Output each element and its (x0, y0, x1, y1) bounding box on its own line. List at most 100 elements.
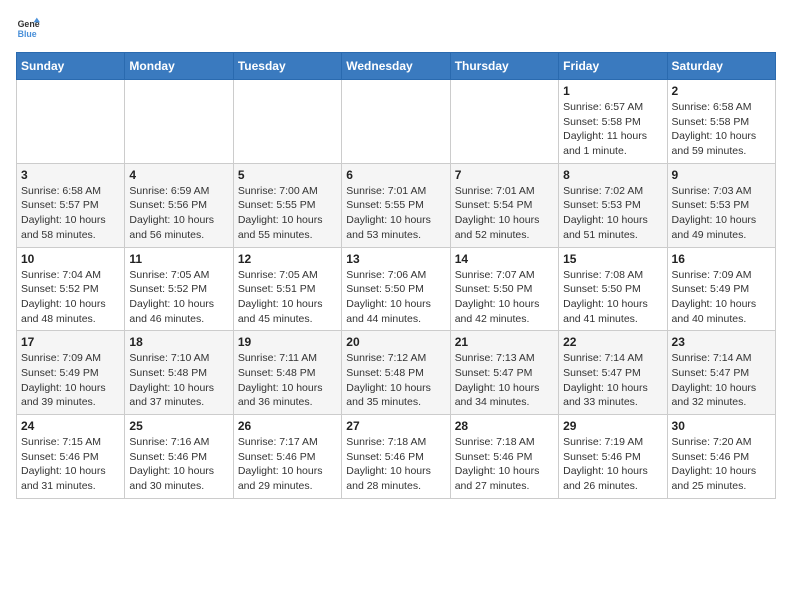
day-info: Sunrise: 6:58 AM Sunset: 5:57 PM Dayligh… (21, 184, 120, 243)
calendar-cell: 5 Sunrise: 7:00 AM Sunset: 5:55 PM Daylig… (233, 163, 341, 247)
logo-icon: General Blue (16, 16, 40, 40)
calendar-cell: 1 Sunrise: 6:57 AM Sunset: 5:58 PM Daylig… (559, 80, 667, 164)
calendar-week-3: 10 Sunrise: 7:04 AM Sunset: 5:52 PM Dayli… (17, 247, 776, 331)
day-info: Sunrise: 7:00 AM Sunset: 5:55 PM Dayligh… (238, 184, 337, 243)
column-header-thursday: Thursday (450, 53, 558, 80)
day-info: Sunrise: 7:01 AM Sunset: 5:55 PM Dayligh… (346, 184, 445, 243)
calendar-cell: 27 Sunrise: 7:18 AM Sunset: 5:46 PM Dayli… (342, 415, 450, 499)
column-header-sunday: Sunday (17, 53, 125, 80)
calendar-cell: 28 Sunrise: 7:18 AM Sunset: 5:46 PM Dayli… (450, 415, 558, 499)
day-info: Sunrise: 7:18 AM Sunset: 5:46 PM Dayligh… (346, 435, 445, 494)
day-number: 5 (238, 168, 337, 182)
calendar-header: SundayMondayTuesdayWednesdayThursdayFrid… (17, 53, 776, 80)
day-number: 16 (672, 252, 771, 266)
day-info: Sunrise: 7:12 AM Sunset: 5:48 PM Dayligh… (346, 351, 445, 410)
calendar-cell: 30 Sunrise: 7:20 AM Sunset: 5:46 PM Dayli… (667, 415, 775, 499)
column-header-friday: Friday (559, 53, 667, 80)
day-info: Sunrise: 7:09 AM Sunset: 5:49 PM Dayligh… (672, 268, 771, 327)
calendar-cell: 25 Sunrise: 7:16 AM Sunset: 5:46 PM Dayli… (125, 415, 233, 499)
calendar-week-1: 1 Sunrise: 6:57 AM Sunset: 5:58 PM Daylig… (17, 80, 776, 164)
day-number: 18 (129, 335, 228, 349)
calendar-cell: 13Sunrise: 7:06 AM Sunset: 5:50 PM Dayli… (342, 247, 450, 331)
day-number: 13 (346, 252, 445, 266)
calendar-cell: 19Sunrise: 7:11 AM Sunset: 5:48 PM Dayli… (233, 331, 341, 415)
calendar-week-2: 3Sunrise: 6:58 AM Sunset: 5:57 PM Daylig… (17, 163, 776, 247)
calendar-cell (233, 80, 341, 164)
calendar-cell: 18 Sunrise: 7:10 AM Sunset: 5:48 PM Dayli… (125, 331, 233, 415)
day-number: 7 (455, 168, 554, 182)
calendar-cell: 6 Sunrise: 7:01 AM Sunset: 5:55 PM Daylig… (342, 163, 450, 247)
calendar-cell: 29 Sunrise: 7:19 AM Sunset: 5:46 PM Dayli… (559, 415, 667, 499)
day-number: 15 (563, 252, 662, 266)
calendar-cell: 17 Sunrise: 7:09 AM Sunset: 5:49 PM Dayli… (17, 331, 125, 415)
day-number: 24 (21, 419, 120, 433)
day-info: Sunrise: 7:20 AM Sunset: 5:46 PM Dayligh… (672, 435, 771, 494)
day-number: 20 (346, 335, 445, 349)
day-info: Sunrise: 7:10 AM Sunset: 5:48 PM Dayligh… (129, 351, 228, 410)
calendar-cell: 24Sunrise: 7:15 AM Sunset: 5:46 PM Dayli… (17, 415, 125, 499)
day-number: 1 (563, 84, 662, 98)
column-header-monday: Monday (125, 53, 233, 80)
day-info: Sunrise: 7:18 AM Sunset: 5:46 PM Dayligh… (455, 435, 554, 494)
day-number: 10 (21, 252, 120, 266)
day-info: Sunrise: 7:03 AM Sunset: 5:53 PM Dayligh… (672, 184, 771, 243)
day-info: Sunrise: 7:02 AM Sunset: 5:53 PM Dayligh… (563, 184, 662, 243)
day-number: 19 (238, 335, 337, 349)
day-number: 25 (129, 419, 228, 433)
day-info: Sunrise: 6:59 AM Sunset: 5:56 PM Dayligh… (129, 184, 228, 243)
logo: General Blue (16, 16, 40, 40)
calendar-cell: 14 Sunrise: 7:07 AM Sunset: 5:50 PM Dayli… (450, 247, 558, 331)
day-number: 29 (563, 419, 662, 433)
calendar-cell: 12 Sunrise: 7:05 AM Sunset: 5:51 PM Dayli… (233, 247, 341, 331)
day-info: Sunrise: 7:19 AM Sunset: 5:46 PM Dayligh… (563, 435, 662, 494)
day-number: 14 (455, 252, 554, 266)
day-number: 9 (672, 168, 771, 182)
column-header-saturday: Saturday (667, 53, 775, 80)
calendar-cell: 21 Sunrise: 7:13 AM Sunset: 5:47 PM Dayli… (450, 331, 558, 415)
calendar-cell: 26 Sunrise: 7:17 AM Sunset: 5:46 PM Dayli… (233, 415, 341, 499)
day-number: 21 (455, 335, 554, 349)
day-info: Sunrise: 7:08 AM Sunset: 5:50 PM Dayligh… (563, 268, 662, 327)
calendar-cell: 20 Sunrise: 7:12 AM Sunset: 5:48 PM Dayli… (342, 331, 450, 415)
day-info: Sunrise: 6:57 AM Sunset: 5:58 PM Dayligh… (563, 100, 662, 159)
svg-text:Blue: Blue (18, 29, 37, 39)
day-number: 27 (346, 419, 445, 433)
day-info: Sunrise: 6:58 AM Sunset: 5:58 PM Dayligh… (672, 100, 771, 159)
day-info: Sunrise: 7:14 AM Sunset: 5:47 PM Dayligh… (563, 351, 662, 410)
calendar-cell: 15 Sunrise: 7:08 AM Sunset: 5:50 PM Dayli… (559, 247, 667, 331)
day-info: Sunrise: 7:09 AM Sunset: 5:49 PM Dayligh… (21, 351, 120, 410)
calendar-body: 1 Sunrise: 6:57 AM Sunset: 5:58 PM Daylig… (17, 80, 776, 499)
calendar-cell: 22 Sunrise: 7:14 AM Sunset: 5:47 PM Dayli… (559, 331, 667, 415)
day-info: Sunrise: 7:04 AM Sunset: 5:52 PM Dayligh… (21, 268, 120, 327)
day-info: Sunrise: 7:05 AM Sunset: 5:51 PM Dayligh… (238, 268, 337, 327)
day-number: 17 (21, 335, 120, 349)
calendar-cell: 4 Sunrise: 6:59 AM Sunset: 5:56 PM Daylig… (125, 163, 233, 247)
day-number: 11 (129, 252, 228, 266)
day-number: 22 (563, 335, 662, 349)
day-info: Sunrise: 7:13 AM Sunset: 5:47 PM Dayligh… (455, 351, 554, 410)
calendar-cell: 3Sunrise: 6:58 AM Sunset: 5:57 PM Daylig… (17, 163, 125, 247)
day-number: 12 (238, 252, 337, 266)
calendar-cell (17, 80, 125, 164)
day-info: Sunrise: 7:17 AM Sunset: 5:46 PM Dayligh… (238, 435, 337, 494)
day-number: 23 (672, 335, 771, 349)
calendar-cell (342, 80, 450, 164)
day-number: 30 (672, 419, 771, 433)
page-header: General Blue (16, 16, 776, 40)
day-info: Sunrise: 7:05 AM Sunset: 5:52 PM Dayligh… (129, 268, 228, 327)
day-info: Sunrise: 7:16 AM Sunset: 5:46 PM Dayligh… (129, 435, 228, 494)
day-number: 6 (346, 168, 445, 182)
calendar-cell: 7Sunrise: 7:01 AM Sunset: 5:54 PM Daylig… (450, 163, 558, 247)
day-info: Sunrise: 7:14 AM Sunset: 5:47 PM Dayligh… (672, 351, 771, 410)
calendar-cell: 23 Sunrise: 7:14 AM Sunset: 5:47 PM Dayli… (667, 331, 775, 415)
day-number: 8 (563, 168, 662, 182)
day-number: 2 (672, 84, 771, 98)
day-number: 26 (238, 419, 337, 433)
day-number: 28 (455, 419, 554, 433)
column-header-wednesday: Wednesday (342, 53, 450, 80)
day-info: Sunrise: 7:07 AM Sunset: 5:50 PM Dayligh… (455, 268, 554, 327)
calendar-cell: 8 Sunrise: 7:02 AM Sunset: 5:53 PM Daylig… (559, 163, 667, 247)
calendar-cell: 16 Sunrise: 7:09 AM Sunset: 5:49 PM Dayli… (667, 247, 775, 331)
day-number: 4 (129, 168, 228, 182)
calendar-cell (125, 80, 233, 164)
